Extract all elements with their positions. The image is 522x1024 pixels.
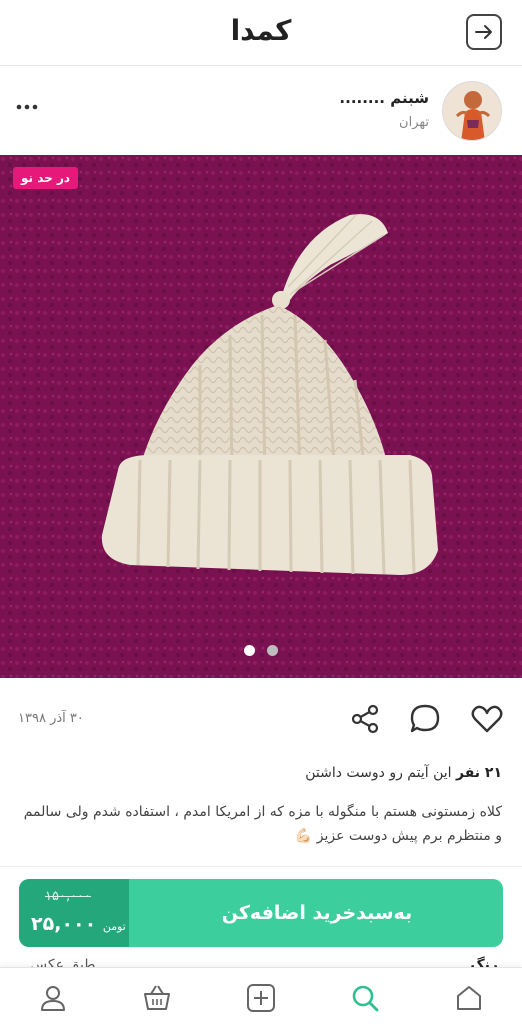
old-price: ۱۵۰,۰۰۰ [45, 889, 92, 904]
add-to-cart-button[interactable]: به‌سبدخرید اضافه‌کن ۱۵۰,۰۰۰ تومن ۲۵,۰۰۰ [19, 879, 503, 947]
carousel-dot-1[interactable] [244, 645, 256, 656]
item-description: کلاه زمستونی هستم با منگوله با مزه که از… [18, 800, 502, 848]
add-to-cart-label: به‌سبدخرید اضافه‌کن [221, 902, 413, 924]
seller-avatar[interactable] [442, 81, 502, 141]
likes-text: این آیتم رو دوست داشتن [305, 765, 452, 781]
product-image [0, 155, 522, 678]
detail-value: طبق عکس [30, 957, 96, 967]
post-date: ۳۰ آذر ۱۳۹۸ [18, 711, 84, 726]
likes-count: ۲۱ نفر [455, 765, 502, 781]
seller-city: تهران [399, 115, 429, 130]
detail-label: رنگ [470, 957, 498, 967]
carousel-dot-2[interactable] [266, 645, 278, 656]
condition-badge: در حد نو [13, 167, 79, 189]
back-button[interactable] [466, 14, 502, 50]
description-line-1: کلاه زمستونی هستم با منگوله با مزه که از… [23, 804, 502, 820]
carousel-dots [0, 641, 522, 660]
seller-header: شبنم ........ تهران [0, 67, 522, 155]
more-horizontal-icon[interactable] [14, 97, 40, 117]
search-icon[interactable] [349, 982, 381, 1014]
avatar-illustration [443, 82, 501, 140]
top-bar: کمدا [0, 0, 522, 66]
home-icon[interactable] [453, 982, 485, 1014]
comment-icon[interactable] [408, 702, 442, 736]
bottom-navigation [0, 967, 522, 1024]
new-price: تومن ۲۵,۰۰۰ [31, 913, 126, 935]
add-square-icon[interactable] [245, 982, 277, 1014]
price-box: ۱۵۰,۰۰۰ تومن ۲۵,۰۰۰ [19, 879, 129, 947]
new-price-value: ۲۵,۰۰۰ [31, 913, 97, 935]
description-line-2: و منتظرم برم پیش دوست عزیز 💪🏻 [294, 828, 502, 844]
arrow-right-icon [475, 25, 492, 39]
seller-name[interactable]: شبنم ........ [339, 89, 429, 107]
app-logo: کمدا [230, 14, 292, 47]
share-icon[interactable] [348, 702, 382, 736]
likes-summary[interactable]: ۲۱ نفر این آیتم رو دوست داشتن [305, 765, 502, 781]
profile-icon[interactable] [37, 982, 69, 1014]
divider [0, 866, 522, 867]
post-actions: ۳۰ آذر ۱۳۹۸ [0, 678, 522, 758]
basket-icon[interactable] [141, 982, 173, 1014]
heart-icon[interactable] [470, 702, 504, 736]
currency-label: تومن [102, 920, 126, 933]
details-peek: رنگ طبق عکس [0, 955, 522, 967]
product-photo[interactable]: در حد نو [0, 155, 522, 678]
